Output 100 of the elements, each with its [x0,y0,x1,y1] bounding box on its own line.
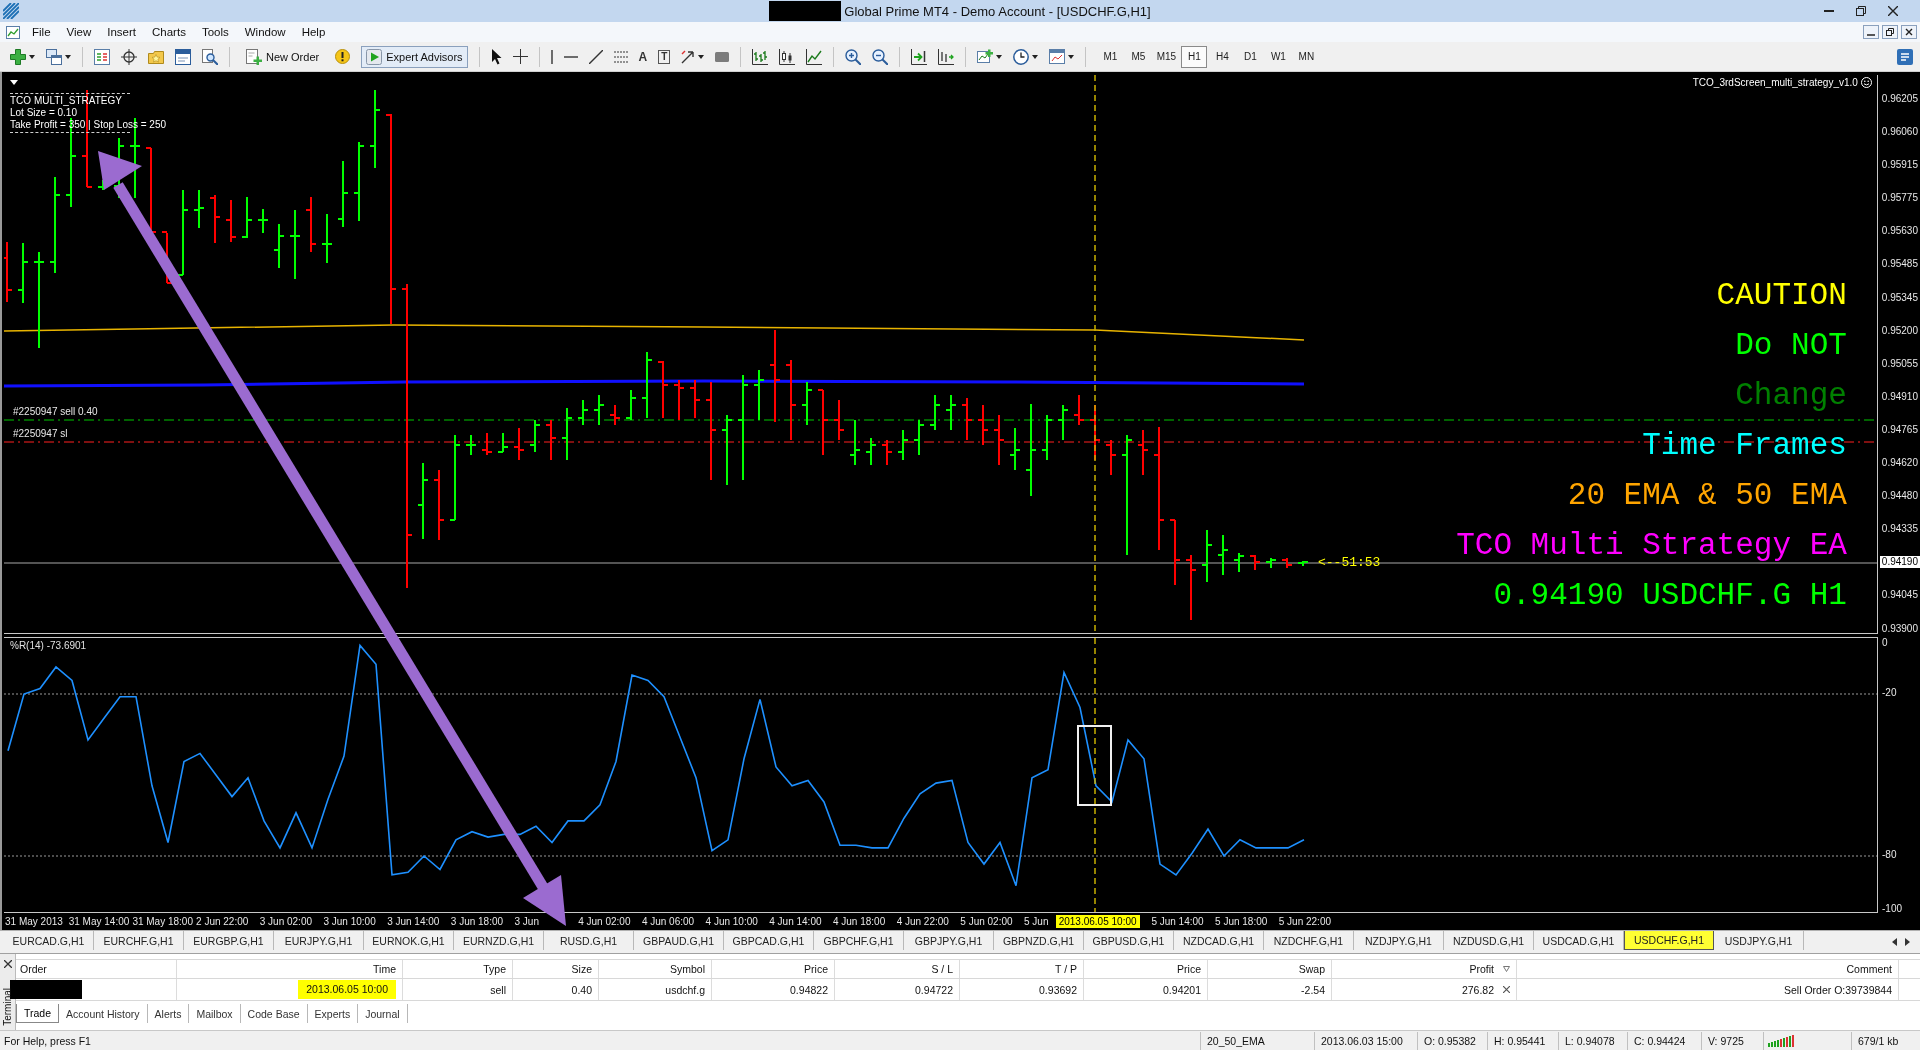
terminal-tab[interactable]: Trade [16,1004,60,1023]
minimize-icon[interactable] [1863,25,1879,39]
menu-item[interactable]: Window [236,26,294,38]
new-order-button[interactable]: New Order [241,45,325,68]
menu-item[interactable]: Tools [193,26,237,38]
timeframe-button[interactable]: M5 [1125,45,1152,68]
caret-icon[interactable] [29,54,35,59]
vertical-line-icon[interactable] [550,49,553,64]
candlestick-icon[interactable] [779,48,796,65]
caret-icon[interactable] [1032,54,1039,59]
tile-icon[interactable] [1897,48,1913,65]
restore-icon[interactable] [1882,25,1898,39]
parallel-lines-icon[interactable] [613,50,628,63]
column-header[interactable]: Type [483,963,506,975]
crosshair-icon[interactable] [121,48,137,65]
column-header[interactable]: Swap [1298,963,1325,975]
scroll-left-icon[interactable] [1892,938,1897,946]
chart-tab[interactable]: GBPJPY.G,H1 [904,931,994,950]
chart-window-icon[interactable] [6,25,20,39]
add-indicator-icon[interactable] [977,48,994,65]
rectangle-icon[interactable] [715,51,730,62]
diagonal-line-icon[interactable] [588,49,603,64]
star-folder-icon[interactable] [148,49,164,64]
scroll-right-icon[interactable] [1905,938,1910,946]
restore-icon[interactable] [1856,6,1866,16]
chart-tab[interactable]: GBPAUD.G,H1 [634,931,724,950]
timeframe-button[interactable]: M1 [1097,45,1124,68]
caret-icon[interactable] [698,54,705,59]
timeframe-button[interactable]: H4 [1209,45,1236,68]
menu-item[interactable]: Help [293,26,334,38]
app-logo-icon[interactable] [3,3,19,19]
terminal-tab[interactable]: Account History [59,1004,148,1023]
template-icon[interactable] [1049,49,1066,64]
close-icon[interactable] [3,960,12,968]
chart-tab[interactable]: EURNZD.G,H1 [454,931,544,950]
line-chart-icon[interactable] [806,48,823,65]
chart-tab[interactable]: RUSD.G,H1 [544,931,634,950]
chart-tab[interactable]: NZDUSD.G,H1 [1444,931,1534,950]
column-header[interactable]: Price [804,963,828,975]
menu-item[interactable]: Insert [99,26,144,38]
windows-icon[interactable] [46,48,62,65]
scroll-end-icon[interactable] [911,48,928,65]
column-header[interactable]: T / P [1055,963,1077,975]
menu-item[interactable]: File [24,26,59,38]
close-icon[interactable] [1888,6,1898,16]
list-window-icon[interactable] [94,48,110,65]
arrows-icon[interactable] [681,49,696,64]
horizontal-line-icon[interactable] [563,55,578,58]
column-header[interactable]: Size [571,963,592,975]
chart-tab[interactable]: EURGBP.G,H1 [184,931,274,950]
chart-tab[interactable]: USDCHF.G,H1 [1624,931,1714,950]
caret-icon[interactable] [996,54,1003,59]
chart-tab[interactable]: NZDJPY.G,H1 [1354,931,1444,950]
sort-icon[interactable] [1503,966,1510,972]
caret-icon[interactable] [10,80,18,85]
bar-chart-icon[interactable] [752,48,769,65]
terminal-tab[interactable]: Experts [307,1004,359,1023]
column-header[interactable]: Price [1177,963,1201,975]
chart-tab[interactable]: EURCHF.G,H1 [94,931,184,950]
chart-tab[interactable]: GBPUSD.G,H1 [1084,931,1174,950]
chart-tab[interactable]: EURCAD.G,H1 [4,931,94,950]
timeframe-button[interactable]: W1 [1265,45,1292,68]
terminal-tab[interactable]: Code Base [240,1004,308,1023]
caret-icon[interactable] [65,54,71,59]
menu-item[interactable]: View [58,26,100,38]
close-icon[interactable] [1901,25,1917,39]
chart-tab[interactable]: NZDCHF.G,H1 [1264,931,1354,950]
expert-advisors-button[interactable]: Expert Advisors [361,45,468,68]
column-header[interactable]: S / L [931,963,953,975]
clock-icon[interactable] [1013,48,1030,65]
chart-shift-icon[interactable] [938,48,955,65]
timeframe-button[interactable]: D1 [1237,45,1264,68]
zoom-in-icon[interactable] [845,48,862,65]
chart-tab[interactable]: GBPCAD.G,H1 [724,931,814,950]
chart-tab[interactable]: USDJPY.G,H1 [1714,931,1804,950]
panel-icon[interactable] [175,48,191,65]
document-search-icon[interactable] [202,48,218,65]
menu-item[interactable]: Charts [144,26,194,38]
column-header[interactable]: Comment [1846,963,1892,975]
column-header[interactable]: Time [373,963,396,975]
chart-tab[interactable]: GBPNZD.G,H1 [994,931,1084,950]
timeframe-button[interactable]: H1 [1181,45,1208,68]
crosshair-icon[interactable] [512,49,528,64]
warning-icon[interactable] [335,49,351,64]
text-tool[interactable]: A [638,49,648,64]
column-header[interactable]: Symbol [670,963,705,975]
zoom-out-icon[interactable] [872,48,889,65]
chart-tab[interactable]: EURJPY.G,H1 [274,931,364,950]
terminal-tab[interactable]: Mailbox [189,1004,241,1023]
chart-tab[interactable]: EURNOK.G,H1 [364,931,454,950]
timeframe-button[interactable]: MN [1293,45,1320,68]
smiley-icon[interactable] [1860,77,1872,88]
close-icon[interactable] [1503,986,1510,993]
cursor-icon[interactable] [490,48,502,65]
label-tool[interactable]: T [658,49,671,64]
timeframe-button[interactable]: M15 [1153,45,1180,68]
terminal-tab[interactable]: Journal [358,1004,408,1023]
plus-icon[interactable] [10,48,26,65]
column-header[interactable]: Profit [1469,963,1494,975]
caret-icon[interactable] [1068,54,1075,59]
